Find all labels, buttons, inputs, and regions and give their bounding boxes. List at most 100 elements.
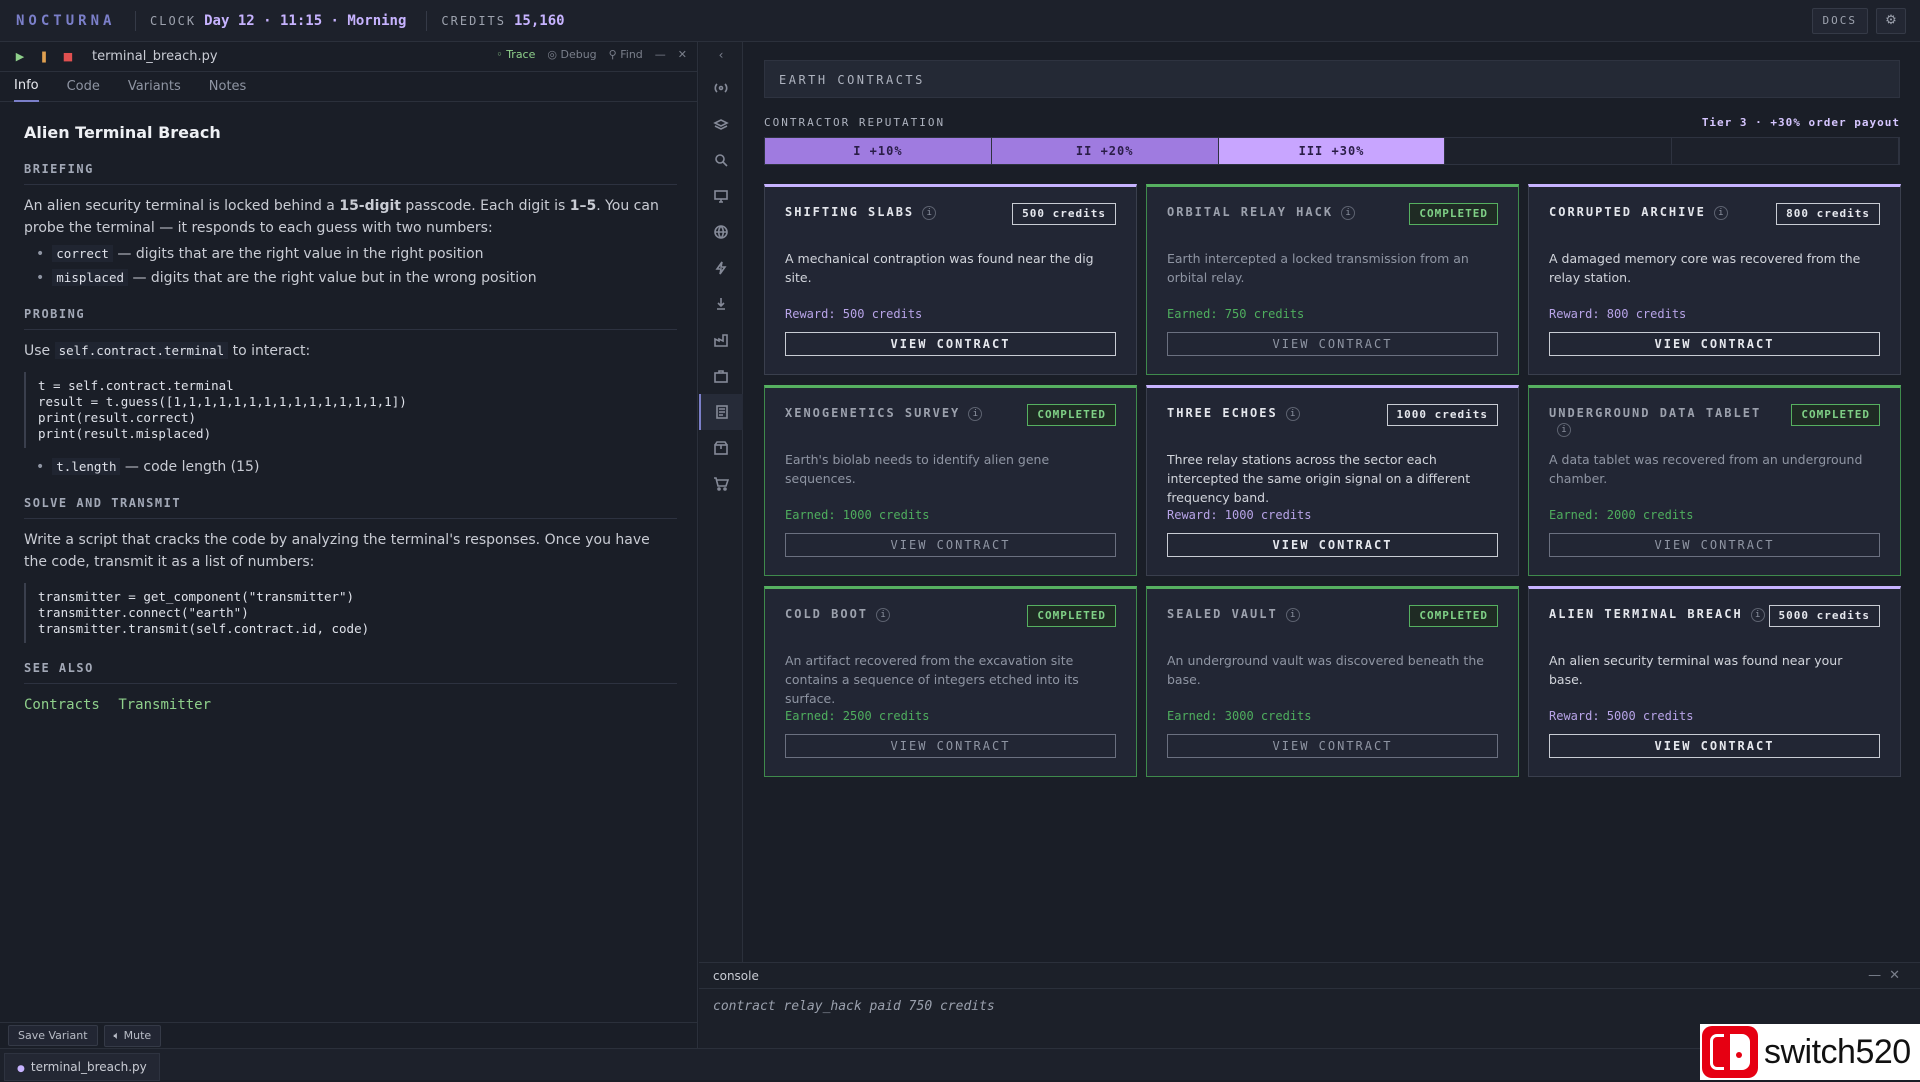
sidebar-item-contracts[interactable] [699, 394, 743, 430]
modified-dot-icon: ● [17, 1064, 25, 1074]
view-contract-button[interactable]: VIEW CONTRACT [1549, 533, 1880, 557]
contract-card[interactable]: ORBITAL RELAY HACKiCOMPLETEDEarth interc… [1146, 184, 1519, 375]
trace-toggle[interactable]: ◦ Trace [496, 48, 535, 61]
find-label: Find [620, 48, 643, 61]
info-icon[interactable]: i [1286, 407, 1300, 421]
tab-notes[interactable]: Notes [209, 79, 247, 101]
sidebar-item-briefcase[interactable] [699, 358, 743, 394]
briefing-list: correct — digits that are the right valu… [36, 243, 677, 289]
contract-title-text: ALIEN TERMINAL BREACH [1549, 607, 1743, 621]
tab-code[interactable]: Code [67, 79, 100, 101]
pause-icon[interactable]: ❚ [36, 50, 52, 63]
probing-paragraph: Use self.contract.terminal to interact: [24, 340, 677, 362]
contract-card[interactable]: THREE ECHOESi1000 creditsThree relay sta… [1146, 385, 1519, 576]
list-item: correct — digits that are the right valu… [36, 243, 677, 265]
briefcase-icon [713, 368, 729, 384]
contract-title-text: THREE ECHOES [1167, 406, 1278, 420]
minimize-icon[interactable]: — [655, 48, 666, 61]
sidebar-item-search[interactable] [699, 142, 743, 178]
contract-reward: Earned: 1000 credits [785, 508, 930, 522]
info-icon[interactable]: i [1557, 423, 1571, 437]
sidebar-item-layers[interactable] [699, 106, 743, 142]
link-transmitter[interactable]: Transmitter [118, 697, 211, 713]
view-contract-button[interactable]: VIEW CONTRACT [1549, 332, 1880, 356]
text-run-bold: 15-digit [339, 198, 401, 214]
sidebar-item-broadcast[interactable] [699, 70, 743, 106]
info-icon[interactable]: i [1286, 608, 1300, 622]
contract-reward: Earned: 2000 credits [1549, 508, 1694, 522]
status-badge: COMPLETED [1409, 605, 1498, 627]
minimize-icon[interactable]: — [1868, 968, 1889, 983]
contract-reward: Earned: 750 credits [1167, 307, 1304, 321]
stop-icon[interactable]: ■ [60, 50, 76, 63]
contract-card[interactable]: XENOGENETICS SURVEYiCOMPLETEDEarth's bio… [764, 385, 1137, 576]
console-header: console —✕ [699, 963, 1920, 989]
tab-info[interactable]: Info [14, 78, 39, 102]
view-contract-button[interactable]: VIEW CONTRACT [1167, 734, 1498, 758]
list-item-text: — digits that are the right value in the… [113, 246, 484, 262]
contract-card[interactable]: COLD BOOTiCOMPLETEDAn artifact recovered… [764, 586, 1137, 777]
view-contract-button[interactable]: VIEW CONTRACT [785, 332, 1116, 356]
contract-title-text: XENOGENETICS SURVEY [785, 406, 960, 420]
info-icon[interactable]: i [1341, 206, 1355, 220]
play-icon[interactable]: ▶ [12, 50, 28, 63]
close-icon[interactable]: ✕ [678, 48, 687, 61]
info-icon[interactable]: i [922, 206, 936, 220]
layers-icon [713, 116, 729, 132]
contract-card[interactable]: ALIEN TERMINAL BREACHi5000 creditsAn ali… [1528, 586, 1901, 777]
console-title: console [713, 969, 759, 983]
view-contract-button[interactable]: VIEW CONTRACT [785, 734, 1116, 758]
contract-description: An artifact recovered from the excavatio… [785, 651, 1116, 708]
view-contract-button[interactable]: VIEW CONTRACT [785, 533, 1116, 557]
sidebar-item-power[interactable] [699, 250, 743, 286]
sidebar-item-shop[interactable] [699, 466, 743, 502]
divider [135, 11, 136, 31]
view-contract-button[interactable]: VIEW CONTRACT [1167, 533, 1498, 557]
settings-button[interactable]: ⚙ [1876, 8, 1906, 34]
find-button[interactable]: ⚲ Find [609, 48, 643, 61]
mute-button[interactable]: 🔈︎ Mute [104, 1025, 162, 1047]
info-icon[interactable]: i [968, 407, 982, 421]
contract-card[interactable]: SHIFTING SLABSi500 creditsA mechanical c… [764, 184, 1137, 375]
tab-variants[interactable]: Variants [128, 79, 181, 101]
file-tab[interactable]: ●terminal_breach.py [4, 1053, 160, 1081]
reputation-label: CONTRACTOR REPUTATION [764, 116, 945, 129]
package-icon [713, 440, 729, 456]
debug-toggle[interactable]: ◎ Debug [547, 48, 596, 61]
sidebar-item-factory[interactable] [699, 322, 743, 358]
length-list: t.length — code length (15) [36, 456, 677, 478]
contract-grid: SHIFTING SLABSi500 creditsA mechanical c… [764, 184, 1900, 777]
contract-card[interactable]: CORRUPTED ARCHIVEi800 creditsA damaged m… [1528, 184, 1901, 375]
sidebar-item-download[interactable] [699, 286, 743, 322]
sidebar-item-package[interactable] [699, 430, 743, 466]
globe-icon [713, 224, 729, 240]
reputation-segment-1: I +10% [765, 138, 992, 164]
text-run-bold: 1–5 [570, 198, 596, 214]
sidebar-item-globe[interactable] [699, 214, 743, 250]
info-icon[interactable]: i [1714, 206, 1728, 220]
info-icon[interactable]: i [876, 608, 890, 622]
reputation-segment-2: II +20% [992, 138, 1219, 164]
section-heading-see-also: SEE ALSO [24, 657, 677, 684]
collapse-button[interactable]: ‹ [699, 42, 743, 68]
page-title: EARTH CONTRACTS [779, 73, 925, 87]
contract-card[interactable]: SEALED VAULTiCOMPLETEDAn underground vau… [1146, 586, 1519, 777]
text-run: passcode. Each digit is [401, 198, 570, 214]
contract-description: An underground vault was discovered bene… [1167, 651, 1498, 689]
link-contracts[interactable]: Contracts [24, 697, 100, 713]
reward-badge: 5000 credits [1769, 605, 1880, 627]
info-icon[interactable]: i [1751, 608, 1765, 622]
docs-button[interactable]: DOCS [1812, 8, 1869, 34]
view-contract-button[interactable]: VIEW CONTRACT [1167, 332, 1498, 356]
contract-card[interactable]: UNDERGROUND DATA TABLETiCOMPLETEDA data … [1528, 385, 1901, 576]
close-icon[interactable]: ✕ [1889, 968, 1908, 983]
code-block-transmit: transmitter = get_component("transmitter… [24, 583, 677, 643]
sidebar-item-monitor[interactable] [699, 178, 743, 214]
editor-tabs: Info Code Variants Notes [0, 72, 697, 102]
speaker-icon: 🔈︎ [114, 1029, 124, 1042]
text-run: Use [24, 343, 55, 359]
view-contract-button[interactable]: VIEW CONTRACT [1549, 734, 1880, 758]
list-item: t.length — code length (15) [36, 456, 677, 478]
reward-badge: 500 credits [1012, 203, 1116, 225]
save-variant-button[interactable]: Save Variant [8, 1025, 98, 1046]
